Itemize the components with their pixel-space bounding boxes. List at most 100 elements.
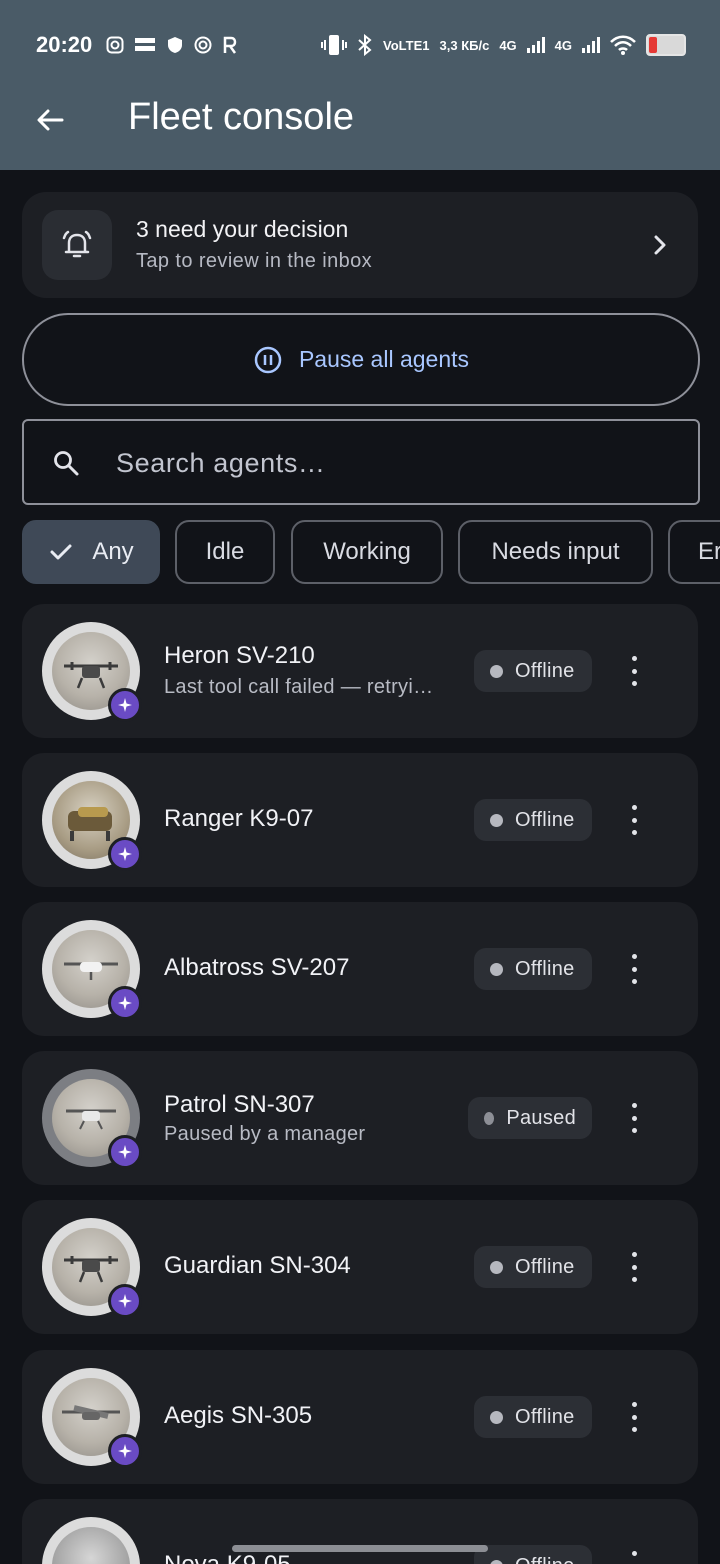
volte-label: VoLTE1 [383,37,430,53]
agent-card[interactable]: Heron SV-210 Last tool call failed — ret… [22,604,698,738]
agent-subtitle: Paused by a manager [164,1123,366,1145]
signal-label-1: 4G [499,37,517,53]
filter-chip-working[interactable]: Working [291,520,443,584]
more-options-icon[interactable] [622,1103,646,1133]
agent-subtitle: Last tool call failed — retryi… [164,676,434,698]
filter-chip-label: Needs input [491,538,620,565]
agent-avatar [42,1218,142,1318]
temu-icon [135,38,155,51]
status-text: Paused [506,1106,576,1129]
status-dot [490,1260,503,1274]
filter-chip-needs-input[interactable]: Needs input [458,520,653,584]
notification-icons [106,36,238,54]
sparkle-badge-icon [108,986,142,1020]
more-options-icon[interactable] [622,954,646,984]
status-dot [490,1410,503,1424]
search-icon [54,451,79,476]
bell-icon [62,230,92,258]
sparkle-badge-icon [108,1135,142,1169]
shield-icon [168,37,182,53]
battery-icon [646,34,686,56]
signal-icon-2 [582,37,600,53]
filter-chip-label: Working [323,538,411,565]
status-dot [484,1111,495,1125]
more-options-icon[interactable] [622,1551,646,1564]
search-field[interactable] [22,419,700,505]
agent-name: Guardian SN-304 [164,1252,351,1279]
decision-inbox-card[interactable]: 3 need your decision Tap to review in th… [22,192,698,298]
status-badge: Offline [474,1246,592,1288]
filter-chip-label: Er [698,538,720,565]
agent-avatar [42,622,142,722]
filter-chip-label: Idle [205,538,245,565]
filter-chips: Any Idle Working Needs input Er [22,520,720,588]
pause-circle-icon [254,346,282,373]
search-input[interactable] [114,439,678,487]
back-arrow-icon[interactable] [30,100,70,140]
agent-avatar [42,771,142,871]
status-time: 20:20 [36,32,93,57]
status-badge: Offline [474,1545,592,1564]
more-options-icon[interactable] [622,1252,646,1282]
status-dot [490,813,503,827]
decision-subtitle: Tap to review in the inbox [136,250,373,272]
home-indicator[interactable] [232,1545,488,1552]
status-badge: Offline [474,1396,592,1438]
status-badge: Paused [468,1097,592,1139]
status-dot [490,1559,503,1564]
sparkle-badge-icon [108,1284,142,1318]
agent-card[interactable]: Aegis SN-305 Offline [22,1350,698,1484]
filter-chip-idle[interactable]: Idle [175,520,275,584]
r-icon [223,36,237,54]
status-text: Offline [515,957,575,980]
pause-all-label: Pause all agents [298,346,470,372]
more-options-icon[interactable] [622,805,646,835]
agent-card[interactable]: Albatross SV-207 Offline [22,902,698,1036]
status-text: Offline [515,1255,575,1278]
more-options-icon[interactable] [622,1402,646,1432]
status-badge: Offline [474,650,592,692]
status-dot [490,664,503,678]
check-icon [50,544,72,560]
speed-unit: КБ/с [461,37,490,53]
agent-card[interactable]: Ranger K9-07 Offline [22,753,698,887]
agent-name: Aegis SN-305 [164,1402,313,1429]
app-header: 20:20 VoLTE1 3,3 КБ/с 4G 4G Fleet consol… [0,0,720,170]
agent-name: Albatross SV-207 [164,954,350,981]
agent-name: Nova K9-05 [164,1551,291,1564]
status-text: Offline [515,1555,575,1564]
status-badge: Offline [474,799,592,841]
agent-card[interactable]: Patrol SN-307 Paused by a manager Paused [22,1051,698,1185]
agent-card[interactable]: Guardian SN-304 Offline [22,1200,698,1334]
instagram-icon [106,36,124,54]
agent-avatar [42,1069,142,1169]
filter-chip-label: Any [92,538,134,565]
agent-card[interactable]: Nova K9-05 Offline [22,1499,698,1564]
speed-indicator: 3,3 КБ/с [439,38,489,53]
pause-all-button[interactable]: Pause all agents [22,313,700,406]
decision-title: 3 need your decision [136,216,349,242]
agent-avatar [42,1517,140,1564]
filter-chip-error[interactable]: Er [668,520,720,584]
agent-name: Patrol SN-307 [164,1091,315,1118]
page-title: Fleet console [128,96,355,138]
system-icons: VoLTE1 3,3 КБ/с 4G 4G [321,34,686,56]
wifi-icon [610,35,636,55]
status-text: Offline [515,659,575,682]
sparkle-badge-icon [108,688,142,722]
speed-value: 3,3 [439,37,458,53]
bell-icon-container [42,210,112,280]
bluetooth-icon [358,34,372,56]
target-icon [194,36,212,54]
signal-label-2: 4G [554,37,572,53]
sparkle-badge-icon [108,837,142,871]
status-text: Offline [515,1405,575,1428]
more-options-icon[interactable] [622,656,646,686]
status-bar: 20:20 VoLTE1 3,3 КБ/с 4G 4G [0,0,720,92]
agent-name: Ranger K9-07 [164,805,314,832]
signal-icon [526,37,545,53]
agent-avatar [42,920,142,1020]
status-badge: Offline [474,948,592,990]
filter-chip-any[interactable]: Any [22,520,160,584]
agent-avatar [42,1368,142,1468]
